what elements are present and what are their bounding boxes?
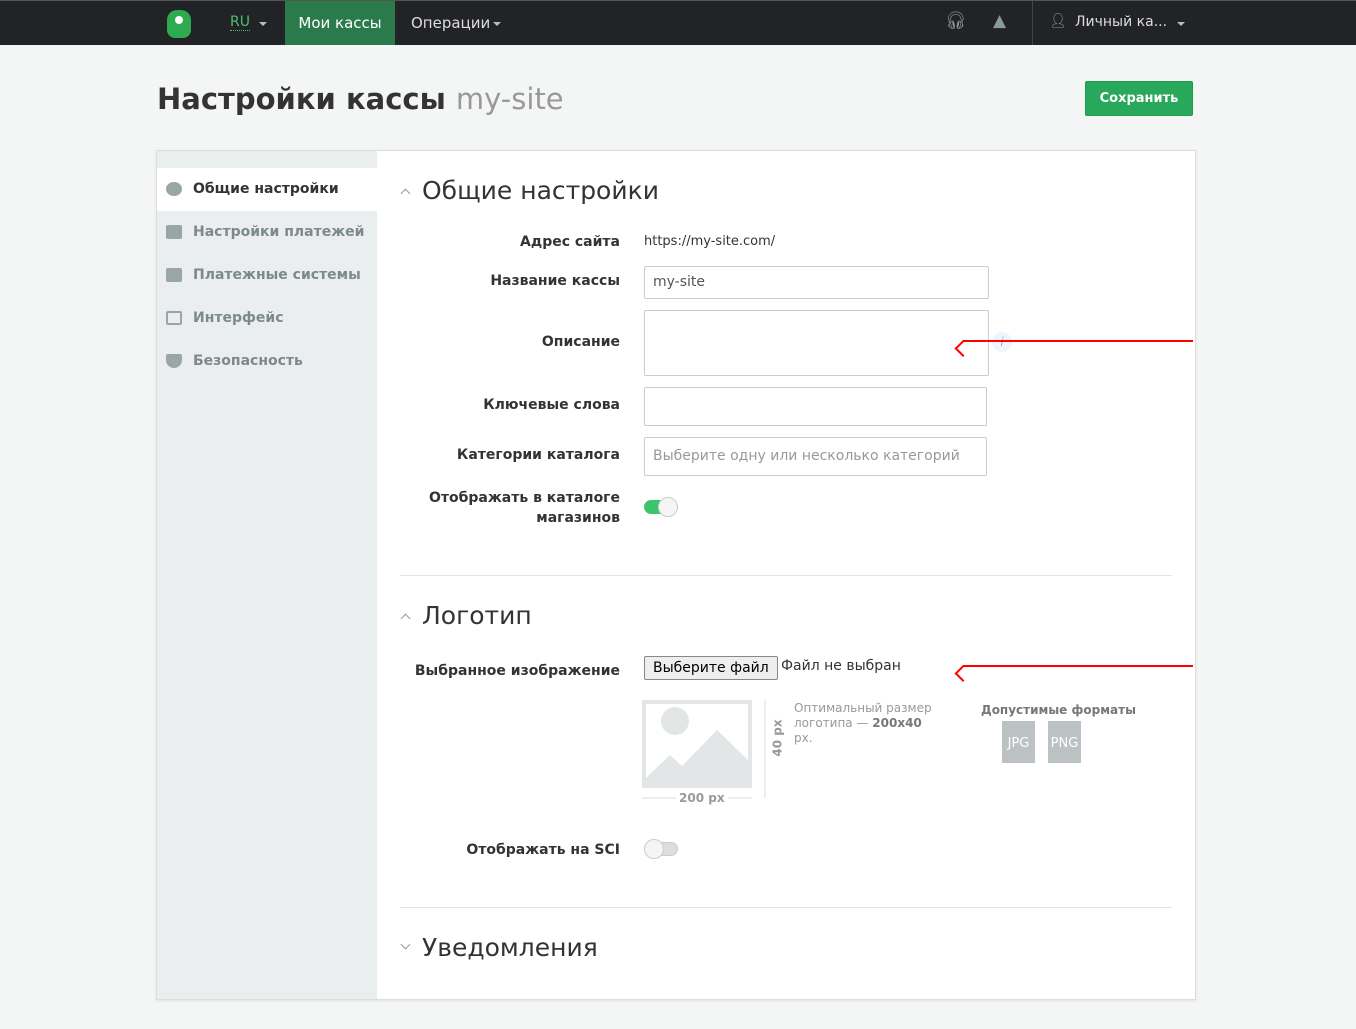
logo[interactable] — [167, 10, 191, 38]
name-input[interactable]: my-site — [644, 266, 989, 299]
height-dimension: 40 px — [770, 717, 785, 759]
language-selector[interactable]: RU — [230, 14, 250, 31]
top-navbar: RU Мои кассы Операции 🎧︎ ▲ 👤︎ Личный ка.… — [0, 0, 1356, 45]
chevron-down-icon — [1177, 22, 1185, 26]
sidebar-item-label: Настройки платежей — [193, 224, 365, 240]
windows-icon — [166, 311, 182, 325]
size-hint: Оптимальный размер логотипа — 200x40 px. — [794, 701, 944, 746]
sci-label: Отображать на SCI — [466, 842, 620, 858]
save-button[interactable]: Сохранить — [1085, 81, 1193, 116]
sidebar-item-security[interactable]: Безопасность — [157, 340, 377, 383]
keywords-input[interactable] — [644, 387, 987, 426]
shield-icon — [166, 354, 182, 368]
sidebar-item-payments[interactable]: Настройки платежей — [157, 211, 377, 254]
categories-label: Категории каталога — [456, 447, 620, 463]
site-label: Адрес сайта — [520, 234, 620, 250]
png-file-icon: PNG — [1048, 721, 1081, 763]
image-label: Выбранное изображение — [414, 663, 620, 679]
page-title: Настройки кассы my-site — [157, 82, 564, 116]
hint-suffix: px. — [794, 731, 813, 745]
description-textarea[interactable] — [644, 310, 989, 376]
show-catalog-toggle[interactable] — [644, 497, 678, 517]
choose-file-button[interactable]: Выберите файл — [644, 656, 778, 680]
site-name: my-site — [455, 82, 564, 116]
annotation-arrow — [963, 340, 1193, 342]
user-icon: 👤︎ — [1049, 13, 1067, 29]
card-icon — [166, 225, 182, 239]
sidebar-item-payment-systems[interactable]: Платежные системы — [157, 254, 377, 297]
section-notifications-toggle[interactable]: Уведомления — [400, 933, 598, 962]
sidebar-item-label: Общие настройки — [193, 181, 339, 197]
site-url: https://my-site.com/ — [644, 234, 776, 249]
annotation-arrow — [963, 665, 1193, 667]
sidebar-item-label: Платежные системы — [193, 267, 361, 283]
warning-icon[interactable]: ▲ — [993, 11, 1006, 31]
title-text: Настройки кассы — [157, 82, 446, 116]
section-general-toggle[interactable]: Общие настройки — [400, 176, 659, 205]
sidebar-item-general[interactable]: Общие настройки — [157, 168, 377, 211]
show-catalog-label: Отображать в каталоге магазинов — [428, 490, 620, 526]
cash-icon — [166, 268, 182, 282]
nav-operations[interactable]: Операции — [411, 14, 490, 32]
keywords-label: Ключевые слова — [483, 397, 620, 413]
sidebar: Общие настройки Настройки платежей Плате… — [157, 151, 377, 999]
sci-toggle[interactable] — [644, 839, 678, 859]
description-label: Описание — [541, 334, 620, 350]
sidebar-item-interface[interactable]: Интерфейс — [157, 297, 377, 340]
formats-title: Допустимые форматы — [981, 703, 1136, 717]
account-menu[interactable]: Личный ка... — [1075, 14, 1167, 30]
name-label: Название кассы — [490, 273, 620, 289]
file-status: Файл не выбран — [781, 658, 901, 674]
width-dimension: 200 px — [676, 791, 728, 805]
categories-select[interactable]: Выберите одну или несколько категорий — [644, 437, 987, 476]
nav-my-cashboxes[interactable]: Мои кассы — [285, 1, 395, 45]
gear-icon — [166, 182, 182, 196]
divider — [1032, 1, 1033, 45]
headset-icon[interactable]: 🎧︎ — [945, 11, 967, 31]
sidebar-item-label: Безопасность — [193, 353, 303, 369]
section-logo-toggle[interactable]: Логотип — [400, 601, 532, 630]
info-icon[interactable]: i — [992, 332, 1012, 352]
chevron-down-icon — [259, 22, 267, 26]
hint-size: 200x40 — [872, 716, 922, 730]
settings-card: Общие настройки Настройки платежей Плате… — [156, 150, 1196, 1000]
chevron-down-icon — [493, 22, 501, 26]
sidebar-item-label: Интерфейс — [193, 310, 284, 326]
jpg-file-icon: JPG — [1002, 721, 1035, 763]
divider — [400, 575, 1172, 576]
divider — [400, 907, 1172, 908]
